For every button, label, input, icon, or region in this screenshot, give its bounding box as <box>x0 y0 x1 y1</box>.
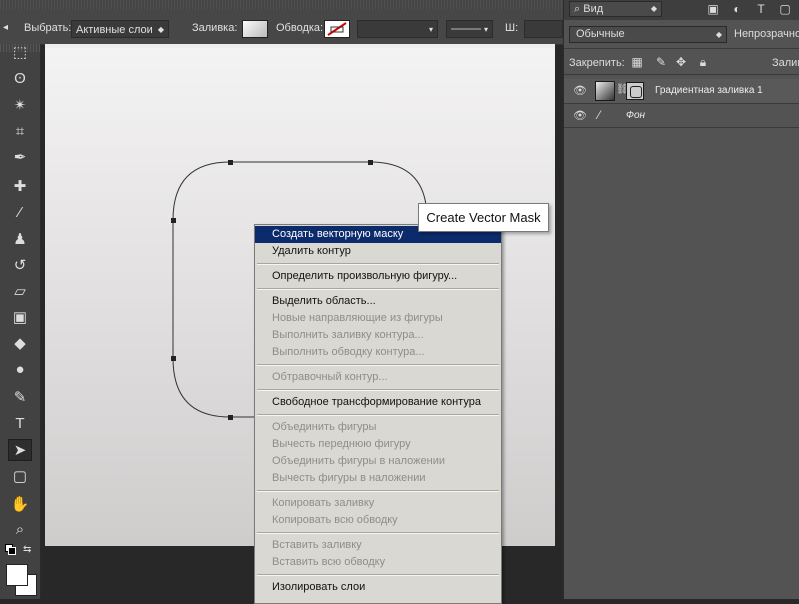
menu-item: Вычесть переднюю фигуру <box>272 438 411 450</box>
menu-separator <box>257 263 499 265</box>
filter-pixel-icon[interactable]: ▣ <box>706 2 720 16</box>
layers-filter-bar: ⌕ Вид ◆ ▣ ◐ T ▢ <box>564 0 799 20</box>
path-anchor-point[interactable] <box>228 160 233 165</box>
menu-item: Обтравочный контур... <box>272 371 388 383</box>
menu-item: Копировать заливку <box>272 497 375 509</box>
lock-label: Закрепить: <box>569 57 625 69</box>
layer-thumbnail <box>595 81 615 101</box>
menu-item: Вставить заливку <box>272 539 362 551</box>
path-anchor-point[interactable] <box>368 160 373 165</box>
lock-transparency-icon[interactable]: ▦ <box>630 55 644 69</box>
menu-item[interactable]: Удалить контур <box>255 243 501 260</box>
lock-pixels-icon[interactable]: ✎ <box>654 55 668 69</box>
menu-item: Копировать всю обводку <box>272 514 398 526</box>
menu-item: Объединить фигуры в наложении <box>272 455 445 467</box>
menu-separator <box>257 414 499 416</box>
menu-separator <box>257 288 499 290</box>
menu-item[interactable]: Определить произвольную фигуру... <box>255 268 501 285</box>
lock-all-icon[interactable]: 🔒︎ <box>696 55 710 69</box>
menu-item: Выполнить обводку контура... <box>272 346 425 358</box>
divider <box>564 127 799 128</box>
divider <box>564 74 799 75</box>
layer-row-background[interactable]: 👁︎ ⁄ Фон <box>564 104 799 128</box>
path-anchor-point[interactable] <box>171 356 176 361</box>
layer-filter-label: Вид <box>583 3 604 15</box>
menu-item: Выполнить заливку контура... <box>272 329 424 341</box>
search-icon: ⌕ <box>574 3 581 15</box>
divider <box>564 48 799 49</box>
context-menu: Создать векторную маску Удалить контур Опр… <box>254 224 502 604</box>
filter-shape-icon[interactable]: ▢ <box>778 2 792 16</box>
filter-adjustment-icon[interactable]: ◐ <box>730 2 744 16</box>
layer-row-gradient-fill[interactable]: 👁︎ ⛓︎ Градиентная заливка 1 <box>564 79 799 103</box>
filter-type-icon[interactable]: T <box>754 2 768 16</box>
menu-item: Вставить всю обводку <box>272 556 386 568</box>
menu-separator <box>257 364 499 366</box>
path-anchor-point[interactable] <box>228 415 233 420</box>
opacity-label: Непрозрачность <box>734 28 799 40</box>
eye-icon[interactable]: 👁︎ <box>573 109 587 123</box>
vector-mask-thumbnail <box>626 82 644 100</box>
menu-item: Объединить фигуры <box>272 421 377 433</box>
menu-item[interactable]: Изолировать слои <box>255 579 501 596</box>
chevron-down-icon: ◆ <box>650 4 657 13</box>
fill-label: Заливка <box>772 57 799 69</box>
blend-mode-value: Обычные <box>576 28 625 40</box>
menu-item[interactable]: Выделить область... <box>255 293 501 310</box>
menu-separator <box>257 389 499 391</box>
menu-item[interactable]: Свободное трансформирование контура <box>255 394 501 411</box>
menu-item: Новые направляющие из фигуры <box>272 312 443 324</box>
menu-separator <box>257 490 499 492</box>
path-anchor-point[interactable] <box>171 218 176 223</box>
layers-panel: ⌕ Вид ◆ ▣ ◐ T ▢ Обычные ◆ Непрозрачность… <box>563 0 799 599</box>
lock-position-icon[interactable]: ✥ <box>674 55 688 69</box>
layer-name: Фон <box>626 110 646 121</box>
menu-separator <box>257 574 499 576</box>
menu-item: Вычесть фигуры в наложении <box>272 472 426 484</box>
layer-name: Градиентная заливка 1 <box>655 85 763 96</box>
menu-separator <box>257 532 499 534</box>
layer-filter-dropdown[interactable]: ⌕ Вид ◆ <box>569 1 662 17</box>
tooltip: Create Vector Mask <box>418 203 549 232</box>
eye-icon[interactable]: 👁︎ <box>573 84 587 98</box>
brush-icon: ⁄ <box>598 108 601 122</box>
chevron-down-icon: ◆ <box>715 30 722 39</box>
blend-mode-dropdown[interactable]: Обычные ◆ <box>569 26 727 43</box>
